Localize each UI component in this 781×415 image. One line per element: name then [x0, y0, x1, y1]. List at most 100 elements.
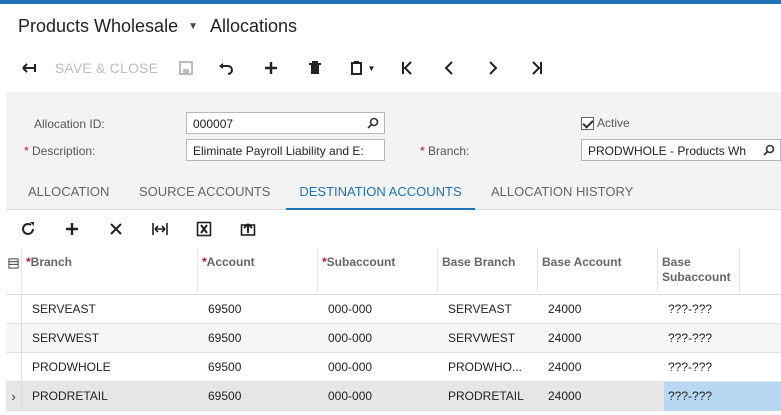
- save-button[interactable]: [169, 54, 203, 82]
- company-name[interactable]: Products Wholesale: [18, 16, 178, 37]
- undo-icon: [219, 63, 233, 75]
- table-row[interactable]: PRODWHOLE 69500 000-000 PRODWHO... 24000 ???-…: [6, 353, 781, 382]
- close-icon: [110, 223, 122, 235]
- cell-base-subaccount[interactable]: ???-???: [664, 324, 781, 353]
- row-selector[interactable]: [6, 324, 22, 353]
- cell-subaccount[interactable]: 000-000: [324, 353, 438, 382]
- export-excel-button[interactable]: [182, 210, 226, 248]
- add-button[interactable]: [249, 54, 293, 82]
- summary-form: Allocation ID: 000007 Active * Descripti…: [6, 92, 781, 174]
- cell-account[interactable]: 69500: [204, 295, 318, 324]
- first-record-button[interactable]: [387, 54, 427, 82]
- cell-base-subaccount[interactable]: ???-???: [664, 353, 781, 382]
- upload-button[interactable]: [226, 210, 270, 248]
- description-field[interactable]: Eliminate Payroll Liability and E:: [186, 139, 385, 161]
- save-close-button[interactable]: SAVE & CLOSE: [44, 54, 169, 82]
- cell-base-account[interactable]: 24000: [544, 382, 658, 411]
- table-row[interactable]: SERVEAST 69500 000-000 SERVEAST 24000 ???-???: [6, 295, 781, 324]
- tab-destination-accounts[interactable]: DESTINATION ACCOUNTS: [286, 174, 475, 210]
- cell-base-branch[interactable]: PRODRETAIL: [444, 382, 538, 411]
- description-label-text: Description:: [32, 144, 96, 158]
- column-header-subaccount[interactable]: *Subaccount: [318, 248, 438, 295]
- cell-base-branch[interactable]: PRODWHO...: [444, 353, 538, 382]
- excel-icon: [196, 221, 212, 237]
- clipboard-icon: [350, 61, 362, 75]
- row-selector[interactable]: ›: [6, 382, 22, 411]
- cell-branch[interactable]: SERVEAST: [28, 295, 198, 324]
- column-header-base-account[interactable]: Base Account: [538, 248, 658, 295]
- allocation-id-label: Allocation ID:: [34, 117, 105, 131]
- active-label: Active: [597, 116, 630, 130]
- chevron-down-icon[interactable]: ▼: [188, 21, 198, 32]
- column-header-account-label: Account: [206, 255, 255, 269]
- branch-label: * Branch:: [420, 144, 469, 158]
- branch-value: PRODWHOLE - Products Wh: [588, 144, 747, 158]
- undo-button[interactable]: [203, 54, 249, 82]
- plus-icon: [265, 62, 277, 74]
- column-header-branch[interactable]: *Branch: [22, 248, 198, 295]
- allocation-id-value: 000007: [193, 117, 234, 131]
- column-header-base-subaccount[interactable]: Base Subaccount: [658, 248, 740, 295]
- cell-account[interactable]: 69500: [204, 382, 318, 411]
- table-row[interactable]: › PRODRETAIL 69500 000-000 PRODRETAIL 24000??…: [6, 382, 781, 411]
- trash-icon: [309, 61, 321, 74]
- chevron-right-icon: [489, 61, 498, 75]
- delete-row-button[interactable]: [94, 210, 138, 248]
- cell-base-subaccount[interactable]: ???-???: [664, 295, 781, 324]
- branch-label-text: Branch:: [428, 144, 470, 158]
- required-marker: *: [420, 144, 425, 158]
- last-icon: [532, 61, 542, 75]
- tab-source-accounts[interactable]: SOURCE ACCOUNTS: [139, 174, 279, 210]
- content-area: Allocation ID: 000007 Active * Descripti…: [6, 92, 781, 415]
- row-selector[interactable]: [6, 353, 22, 382]
- fit-columns-button[interactable]: [138, 210, 182, 248]
- search-icon[interactable]: [367, 117, 379, 132]
- previous-record-button[interactable]: [427, 54, 471, 82]
- cell-branch[interactable]: PRODRETAIL: [28, 382, 198, 411]
- row-selector[interactable]: [6, 295, 22, 324]
- description-label: * Description:: [24, 144, 95, 158]
- column-header-branch-label: Branch: [30, 255, 73, 269]
- cell-account[interactable]: 69500: [204, 324, 318, 353]
- cell-base-branch[interactable]: SERVWEST: [444, 324, 538, 353]
- cell-base-account[interactable]: 24000: [544, 295, 658, 324]
- main-toolbar: SAVE & CLOSE ▼: [14, 54, 559, 82]
- cell-account[interactable]: 69500: [204, 353, 318, 382]
- cell-branch[interactable]: SERVWEST: [28, 324, 198, 353]
- first-icon: [402, 61, 412, 75]
- cell-base-account[interactable]: 24000: [544, 353, 658, 382]
- tab-allocation-history[interactable]: ALLOCATION HISTORY: [491, 174, 651, 210]
- chevron-down-icon: ▼: [367, 63, 376, 73]
- table-row[interactable]: SERVWEST 69500 000-000 SERVWEST 24000 ???-???: [6, 324, 781, 353]
- paste-button[interactable]: ▼: [337, 54, 387, 82]
- cell-subaccount[interactable]: 000-000: [324, 324, 438, 353]
- next-record-button[interactable]: [471, 54, 515, 82]
- last-record-button[interactable]: [515, 54, 559, 82]
- branch-field[interactable]: PRODWHOLE - Products Wh: [581, 139, 781, 161]
- grid-header: *Branch *Account *Subaccount Base Branch…: [6, 248, 781, 295]
- cell-subaccount[interactable]: 000-000: [324, 382, 438, 411]
- cell-subaccount[interactable]: 000-000: [324, 295, 438, 324]
- column-header-subaccount-label: Subaccount: [326, 255, 396, 269]
- cell-base-account[interactable]: 24000: [544, 324, 658, 353]
- add-row-button[interactable]: [50, 210, 94, 248]
- back-button[interactable]: [14, 54, 44, 82]
- cell-base-subaccount[interactable]: ???-???: [664, 382, 781, 411]
- page-title: Products Wholesale ▼ Allocations: [18, 16, 297, 37]
- allocation-id-field[interactable]: 000007: [186, 112, 385, 134]
- page-header: Products Wholesale ▼ Allocations SAVE & …: [0, 4, 781, 92]
- cell-base-branch[interactable]: SERVEAST: [444, 295, 538, 324]
- upload-icon: [240, 223, 256, 236]
- plus-icon: [66, 223, 78, 235]
- active-checkbox[interactable]: Active: [581, 116, 630, 130]
- tab-allocation[interactable]: ALLOCATION: [28, 174, 118, 210]
- column-header-account[interactable]: *Account: [198, 248, 318, 295]
- refresh-button[interactable]: [6, 210, 50, 248]
- column-header-base-branch[interactable]: Base Branch: [438, 248, 538, 295]
- cell-branch[interactable]: PRODWHOLE: [28, 353, 198, 382]
- chevron-left-icon: [444, 61, 453, 75]
- tab-bar: ALLOCATION SOURCE ACCOUNTS DESTINATION A…: [6, 174, 781, 210]
- column-settings-icon[interactable]: [6, 248, 22, 295]
- search-icon[interactable]: [763, 144, 775, 159]
- delete-button[interactable]: [293, 54, 337, 82]
